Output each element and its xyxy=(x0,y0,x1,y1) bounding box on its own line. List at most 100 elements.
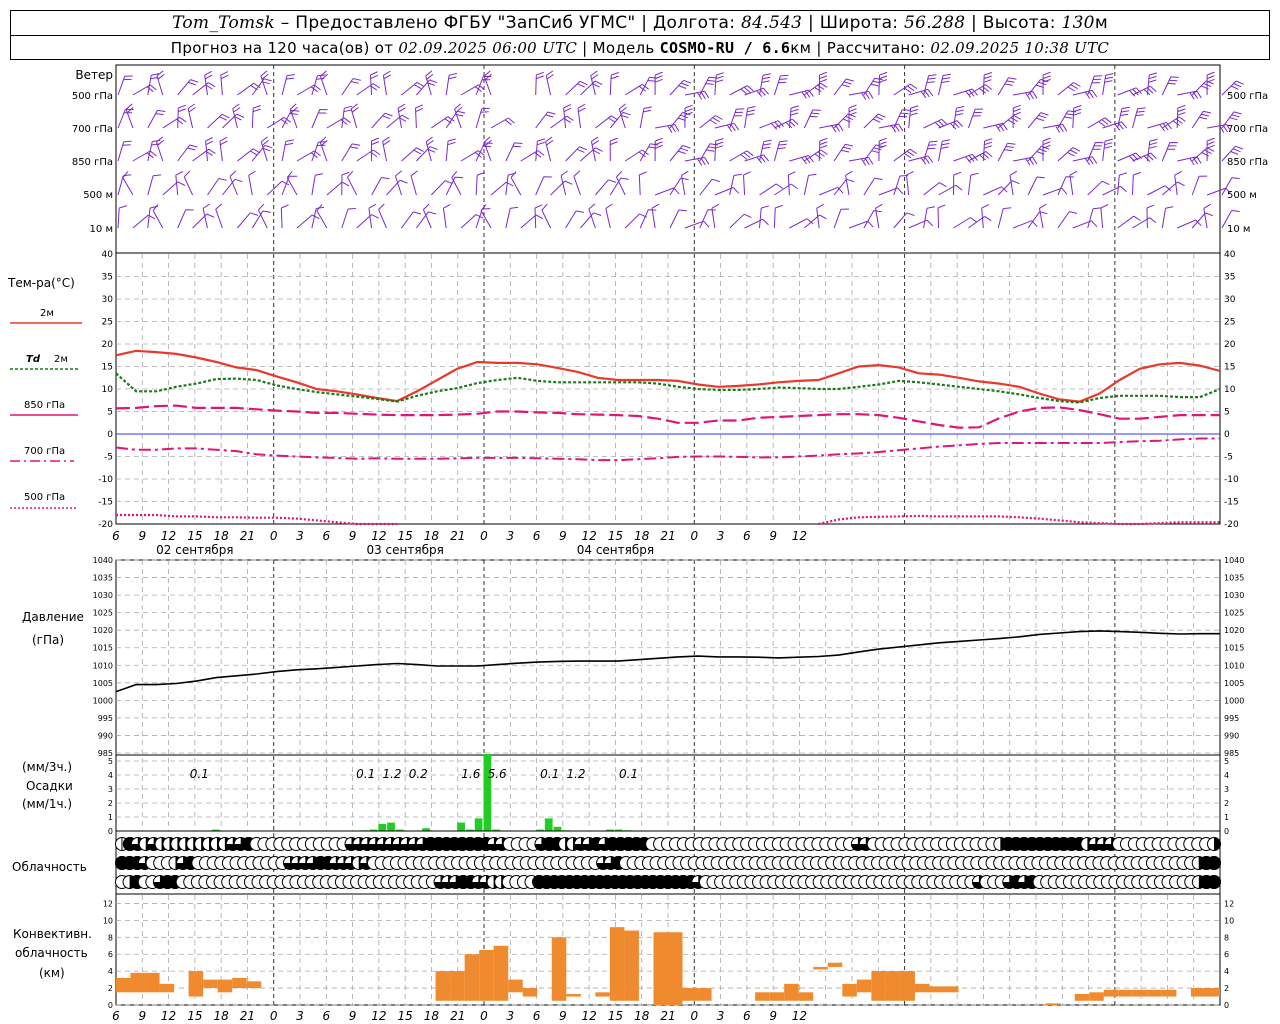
pressure-tick-right: 1015 xyxy=(1224,644,1244,653)
wind-barb xyxy=(1057,211,1078,229)
wind-barb xyxy=(248,170,256,196)
time-tick-label-bottom: 0 xyxy=(270,1009,278,1023)
wind-barb xyxy=(296,84,321,96)
wind-barb xyxy=(1027,145,1050,162)
time-tick-label: 21 xyxy=(450,529,465,543)
wind-barb xyxy=(1191,147,1215,162)
cloud-cover-symbol xyxy=(1207,856,1221,870)
conv-bar xyxy=(1190,988,1206,997)
wind-barb xyxy=(773,74,789,96)
wind-barb xyxy=(535,138,546,162)
wind-barb xyxy=(125,103,134,129)
wind-barb xyxy=(177,104,186,129)
pressure-tick-right: 995 xyxy=(1224,714,1239,723)
conv-label-3: (км) xyxy=(39,966,65,980)
wind-barb xyxy=(565,146,588,162)
wind-barb xyxy=(803,214,827,229)
wind-barb xyxy=(505,142,523,162)
cloud-label: Облачность xyxy=(12,860,87,874)
temp-tick-right: 30 xyxy=(1224,295,1236,305)
wind-barb xyxy=(251,144,273,162)
wind-barb xyxy=(347,170,358,196)
wind-level-10m: 10 м xyxy=(90,224,113,235)
wind-barb xyxy=(1161,142,1178,162)
wind-barb xyxy=(356,149,381,162)
wind-barb xyxy=(401,81,425,96)
wind-barb xyxy=(699,115,723,129)
wind-barb xyxy=(967,108,984,129)
wind-barb xyxy=(878,71,888,96)
temp-tick-left: 15 xyxy=(102,363,113,373)
conv-bar xyxy=(203,979,218,989)
wind-barb xyxy=(1072,220,1098,229)
wind-barb xyxy=(415,104,424,129)
pressure-tick-right: 1035 xyxy=(1224,574,1244,583)
conv-bar xyxy=(944,986,959,993)
wind-barb xyxy=(609,177,629,196)
time-tick-label-bottom: 15 xyxy=(398,1009,413,1023)
time-tick-label: 3 xyxy=(717,529,725,543)
wind-barb xyxy=(117,108,134,129)
conv-bar xyxy=(551,937,567,1001)
temp-tick-right: -15 xyxy=(1224,498,1239,508)
wind-barb xyxy=(535,176,552,196)
conv-tick-right: 10 xyxy=(1224,916,1234,925)
wind-barb xyxy=(371,177,390,196)
pressure-tick-right: 1030 xyxy=(1224,591,1244,600)
time-tick-label: 21 xyxy=(240,529,255,543)
legend-t500-label: 500 гПа xyxy=(24,492,65,503)
wind-barb xyxy=(207,113,230,129)
conv-bar xyxy=(450,971,465,1001)
time-tick-label-bottom: 9 xyxy=(769,1009,777,1023)
precip-bar xyxy=(457,822,465,831)
day-label: 04 сентября xyxy=(577,543,654,557)
wind-barb xyxy=(410,170,418,196)
temp-tick-left: 0 xyxy=(107,430,113,440)
wind-barb xyxy=(220,71,229,96)
conv-bar xyxy=(1132,989,1148,997)
meteogram-chart: Ветер 500 гПа 700 гПа 850 гПа 500 м 10 м… xyxy=(7,64,1268,1023)
conv-label-2: облачность xyxy=(15,946,88,960)
wind-level-500gpa: 500 гПа xyxy=(72,91,113,102)
wind-barb xyxy=(908,105,919,129)
temp-tick-left: 30 xyxy=(102,295,114,305)
wind-barb xyxy=(669,145,691,162)
conv-bar xyxy=(1074,994,1090,1001)
precip-3h-value: 1.6 xyxy=(461,767,480,781)
conv-bar xyxy=(624,930,639,1001)
conv-tick-right: 6 xyxy=(1224,950,1229,959)
conv-bar xyxy=(653,932,668,1005)
wind-barb xyxy=(609,137,618,162)
wind-barb xyxy=(311,109,328,129)
wind-barb xyxy=(997,180,1020,196)
wind-barb xyxy=(759,73,771,96)
conv-bar xyxy=(856,979,872,993)
wind-barb xyxy=(1072,105,1082,129)
legend-td-label: Td xyxy=(26,354,41,365)
wind-barb xyxy=(908,88,934,99)
conv-tick-left: 6 xyxy=(108,950,113,959)
wind-barb xyxy=(117,174,132,196)
precip-bar xyxy=(378,824,387,831)
time-tick-label-bottom: 18 xyxy=(214,1009,230,1023)
wind-barb xyxy=(848,91,874,100)
pressure-unit: (гПа) xyxy=(32,633,64,647)
precip-3h-value: 1.2 xyxy=(566,767,585,781)
wind-barb xyxy=(460,84,485,96)
wind-barb xyxy=(192,148,216,162)
wind-level-500m: 500 м xyxy=(83,190,113,201)
pressure-tick-left: 1040 xyxy=(93,556,113,565)
conv-bar xyxy=(827,962,843,967)
wind-barb xyxy=(1146,204,1155,229)
wind-barb xyxy=(175,171,184,196)
wind-barb xyxy=(953,171,962,196)
conv-bar xyxy=(900,971,915,1001)
wind-barb xyxy=(422,203,432,229)
conv-bar xyxy=(1089,992,1104,1001)
wind-barb xyxy=(1161,206,1174,229)
legend-t700-label: 700 гПа xyxy=(24,446,65,457)
wind-barb xyxy=(229,170,238,196)
conv-tick-right: 12 xyxy=(1224,899,1234,908)
precip-3h-value: 0.1 xyxy=(356,767,375,781)
wind-barb xyxy=(1069,170,1078,196)
